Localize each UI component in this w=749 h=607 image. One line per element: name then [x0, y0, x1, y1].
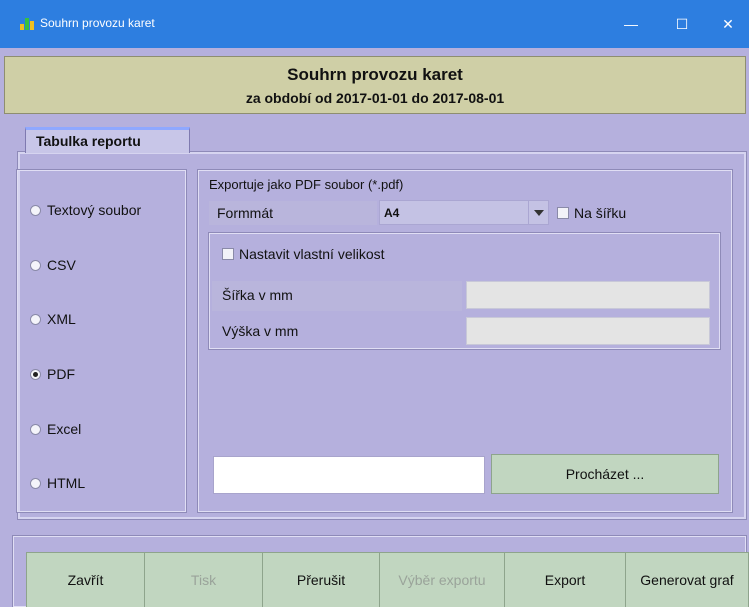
export-options-panel: Exportuje jako PDF soubor (*.pdf) Formmá…: [197, 169, 733, 513]
format-label: Formmát: [217, 205, 273, 221]
format-radio-group: Textový soubor CSV XML PDF Excel HTML: [16, 169, 187, 513]
radio-label: CSV: [47, 257, 76, 273]
abort-button[interactable]: Přerušit: [262, 552, 380, 607]
radio-pdf[interactable]: PDF: [30, 366, 75, 382]
checkbox-box: [557, 207, 569, 219]
radio-indicator-selected: [30, 368, 41, 380]
height-input[interactable]: [466, 317, 710, 345]
radio-csv[interactable]: CSV: [30, 257, 76, 273]
custom-size-label: Nastavit vlastní velikost: [239, 246, 385, 262]
app-chart-icon: [20, 18, 34, 30]
print-button[interactable]: Tisk: [144, 552, 263, 607]
close-button[interactable]: ✕: [703, 0, 749, 48]
radio-html[interactable]: HTML: [30, 475, 85, 491]
custom-size-group: Nastavit vlastní velikost Šířka v mm Výš…: [208, 232, 721, 350]
minimize-button[interactable]: —: [606, 0, 656, 48]
radio-label: HTML: [47, 475, 86, 491]
report-title: Souhrn provozu karet: [287, 65, 463, 84]
radio-xml[interactable]: XML: [30, 311, 76, 327]
radio-indicator: [30, 313, 41, 325]
browse-button[interactable]: Procházet ...: [491, 454, 719, 494]
window-client: Souhrn provozu karet za období od 2017-0…: [0, 48, 749, 607]
paper-format-value: A4: [384, 206, 400, 220]
radio-indicator: [30, 204, 41, 216]
width-label: Šířka v mm: [222, 287, 293, 303]
report-period: za období od 2017-01-01 do 2017-08-01: [245, 90, 505, 106]
custom-size-checkbox[interactable]: Nastavit vlastní velikost: [222, 246, 385, 262]
paper-format-select[interactable]: A4: [379, 200, 549, 225]
radio-excel[interactable]: Excel: [30, 421, 81, 437]
radio-indicator: [30, 259, 41, 271]
window-title: Souhrn provozu karet: [40, 16, 155, 30]
tab-report-table[interactable]: Tabulka reportu: [25, 127, 190, 153]
radio-text-file[interactable]: Textový soubor: [30, 202, 141, 218]
maximize-button[interactable]: ☐: [657, 0, 707, 48]
checkbox-box: [222, 248, 234, 260]
radio-label: PDF: [47, 366, 75, 382]
landscape-checkbox[interactable]: Na šířku: [557, 205, 626, 221]
radio-indicator: [30, 423, 41, 435]
close-dialog-button[interactable]: Zavřít: [26, 552, 145, 607]
landscape-label: Na šířku: [574, 205, 627, 221]
file-path-input[interactable]: [213, 456, 485, 494]
radio-label: Excel: [47, 421, 82, 437]
radio-label: Textový soubor: [47, 202, 142, 218]
height-label: Výška v mm: [222, 323, 299, 339]
export-selection-button[interactable]: Výběr exportu: [379, 552, 505, 607]
title-bar[interactable]: Souhrn provozu karet — ☐ ✕: [0, 0, 749, 48]
report-header: Souhrn provozu karet za období od 2017-0…: [4, 56, 746, 114]
generate-chart-button[interactable]: Generovat graf: [625, 552, 749, 607]
chevron-down-icon[interactable]: [528, 201, 548, 224]
radio-label: XML: [47, 311, 76, 327]
width-input[interactable]: [466, 281, 710, 309]
export-button[interactable]: Export: [504, 552, 626, 607]
export-hint: Exportuje jako PDF soubor (*.pdf): [209, 177, 404, 192]
radio-indicator: [30, 477, 41, 489]
